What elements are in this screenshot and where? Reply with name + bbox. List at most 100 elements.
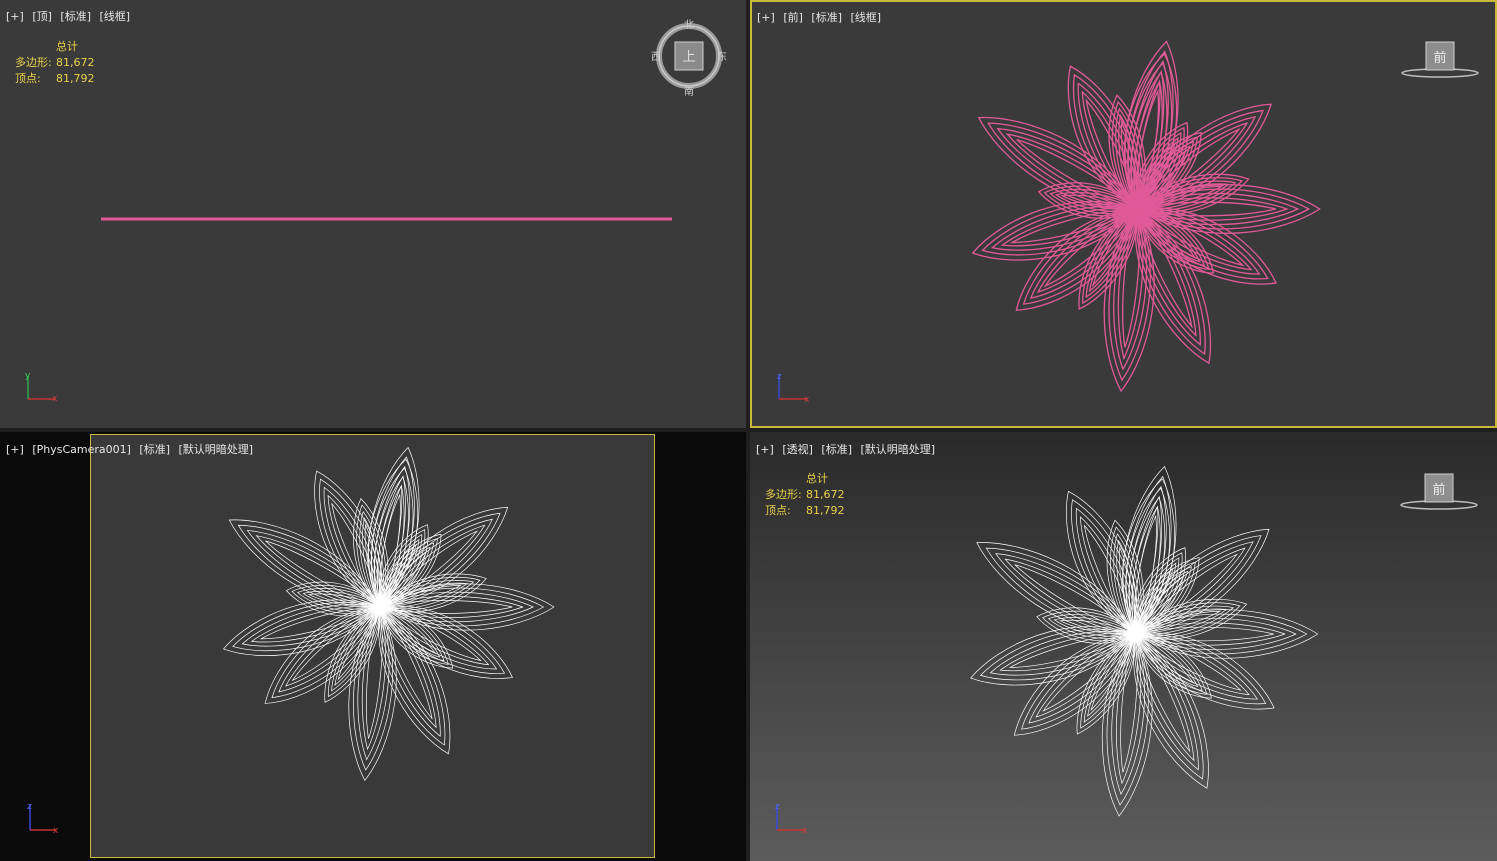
petal-curve: [1136, 131, 1182, 210]
viewport-top[interactable]: [+] [顶] [标准] [线框] 总计 多边形: 81,672 顶点: 81,79…: [0, 0, 746, 428]
petal-curve: [1085, 98, 1138, 210]
petal-curve: [1134, 633, 1199, 771]
stats-verts-value: 81,792: [806, 504, 845, 517]
petal-curve: [1131, 505, 1161, 635]
viewcube[interactable]: 前: [1400, 473, 1478, 510]
viewport-quality-menu[interactable]: [标准]: [60, 10, 91, 23]
viewport-view-menu[interactable]: [前]: [783, 11, 803, 24]
petal-curve: [1134, 633, 1212, 699]
svg-text:y: y: [25, 371, 31, 381]
petal-curve: [1000, 207, 1138, 247]
stats-polys-label: 多边形:: [765, 488, 802, 501]
viewcube-compass[interactable]: 上 北 南 东 西 y x: [0, 0, 746, 428]
petal-curve: [1122, 208, 1140, 348]
viewcube-face-label[interactable]: 前: [1433, 50, 1446, 66]
petal-curve: [1134, 553, 1238, 635]
petal-curve: [1053, 617, 1136, 637]
petal-curve: [1136, 207, 1278, 285]
viewport-quality-menu[interactable]: [标准]: [821, 443, 852, 456]
petal-curve: [1136, 103, 1272, 210]
petal-curve: [1136, 122, 1249, 210]
petal-curve: [1080, 516, 1136, 635]
petal-curve: [1111, 100, 1144, 210]
petal-curve: [1076, 633, 1136, 735]
viewport-menu-plus[interactable]: [+]: [756, 443, 774, 456]
petal-curve: [1035, 633, 1136, 718]
stats-polys-value: 81,672: [56, 56, 95, 69]
viewcube-face-label[interactable]: 前: [1432, 482, 1445, 498]
viewport-menu-plus[interactable]: [+]: [6, 443, 24, 456]
petal-curve: [1022, 208, 1138, 305]
viewport-shading-menu[interactable]: [默认明暗处理]: [861, 443, 936, 456]
petal-curve: [1134, 618, 1297, 650]
petal-curve: [1136, 115, 1257, 210]
petal-curve: [1108, 208, 1151, 382]
viewport-camera-menu[interactable]: [PhysCamera001]: [32, 443, 131, 456]
petal-curve: [1132, 495, 1163, 635]
viewport-view-menu[interactable]: [透视]: [782, 443, 813, 456]
petal-curve: [981, 203, 1138, 256]
petal-curve: [1129, 485, 1167, 635]
svg-text:x: x: [52, 394, 58, 404]
petal-curve: [1016, 138, 1138, 210]
axis-gizmo: y x: [25, 371, 58, 404]
viewport-view-menu[interactable]: [顶]: [32, 10, 52, 23]
flower-front-wireframe[interactable]: [971, 40, 1321, 393]
viewport-shading-menu[interactable]: [线框]: [100, 10, 131, 23]
petal-curve: [1134, 570, 1189, 635]
petal-curve: [1134, 552, 1183, 635]
petal-curve: [1136, 131, 1202, 210]
compass-east: 东: [717, 50, 727, 63]
petal-curve: [1134, 547, 1246, 635]
viewport-camera[interactable]: [+] [PhysCamera001] [标准] [默认明暗处理] z x: [0, 432, 746, 861]
petal-curve: [1134, 632, 1275, 710]
petal-curve: [1135, 121, 1189, 210]
petal-curve: [1072, 73, 1139, 210]
petal-curve: [1081, 90, 1138, 210]
viewport-menu-plus[interactable]: [+]: [6, 10, 24, 23]
stats-title: 总计: [56, 40, 78, 53]
viewcube[interactable]: 前: [1401, 41, 1479, 78]
petal-curve: [1005, 133, 1138, 210]
petal-curve: [995, 553, 1136, 635]
petal-curve: [1075, 507, 1136, 635]
petal-curve: [1121, 478, 1175, 635]
petal-curve: [1090, 633, 1136, 712]
petal-curve: [989, 631, 1136, 676]
petal-curve: [1115, 107, 1142, 210]
petal-curve: [1116, 633, 1142, 785]
viewport-quality-menu[interactable]: [标准]: [139, 443, 170, 456]
petal-curve: [1136, 141, 1177, 210]
viewport-shading-menu[interactable]: [默认明暗处理]: [179, 443, 254, 456]
petal-curve: [1047, 614, 1136, 639]
viewcube-face-label[interactable]: 上: [682, 50, 695, 65]
petal-curve: [1088, 208, 1138, 293]
petal-curve: [977, 116, 1138, 210]
petal-curve: [1103, 208, 1155, 393]
viewport-perspective[interactable]: [+] [透视] [标准] [默认明暗处理] 总计 多边形: 81,672 顶点:…: [750, 432, 1497, 861]
viewport-menu-plus[interactable]: [+]: [757, 11, 775, 24]
svg-text:x: x: [53, 826, 59, 836]
petal-curve: [1134, 505, 1159, 635]
viewport-quality-menu[interactable]: [标准]: [811, 11, 842, 24]
petal-curve: [1128, 496, 1166, 635]
petal-curve: [1134, 514, 1157, 635]
flower-perspective-wireframe[interactable]: [970, 465, 1319, 817]
petal-curve: [1120, 633, 1138, 773]
scene-stats: 总计 多边形: 81,672 顶点: 81,792: [15, 39, 95, 87]
petal-curve: [1113, 208, 1148, 371]
svg-text:z: z: [777, 372, 782, 382]
petal-curve: [1013, 633, 1136, 736]
petal-curve: [1134, 528, 1270, 635]
flower-center: [1128, 200, 1146, 218]
stats-verts-label: 顶点:: [765, 504, 791, 517]
petal-curve: [1134, 566, 1192, 635]
petal-curve: [1036, 208, 1138, 294]
viewport-shading-menu[interactable]: [线框]: [851, 11, 882, 24]
petal-curve: [1136, 127, 1241, 210]
petal-curve: [1136, 208, 1215, 274]
svg-text:x: x: [804, 395, 810, 405]
viewport-front[interactable]: [+] [前] [标准] [线框] 前 z x: [750, 0, 1497, 428]
petal-curve: [1067, 65, 1140, 210]
petal-curve: [1111, 633, 1145, 795]
